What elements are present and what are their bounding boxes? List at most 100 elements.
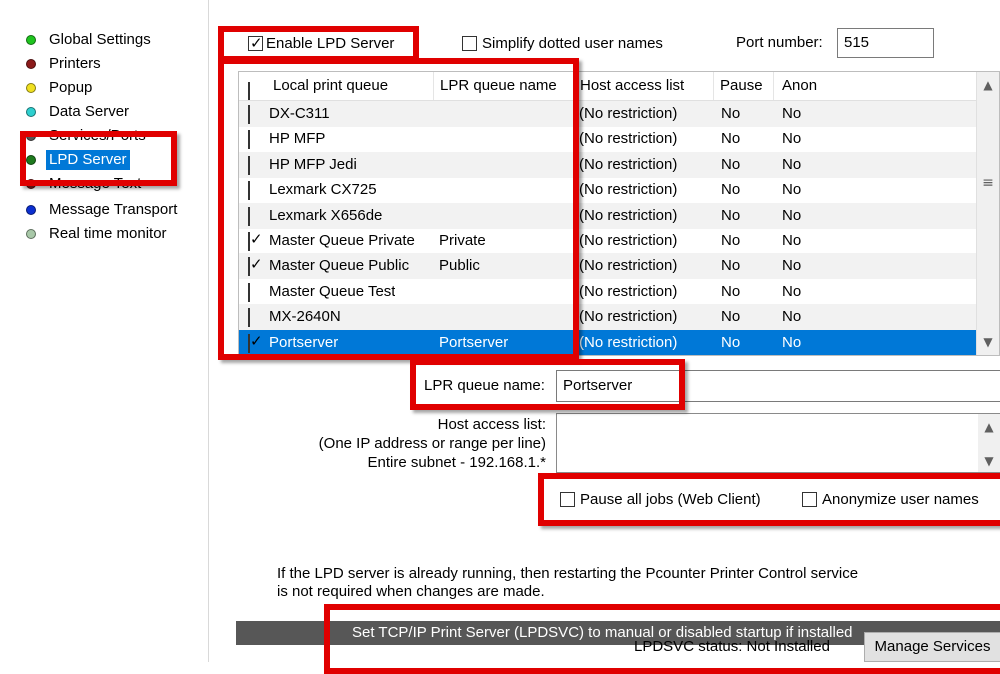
row-checkbox[interactable] bbox=[248, 155, 250, 175]
lpdsvc-status: LPDSVC status: Not Installed bbox=[634, 638, 830, 655]
cell-host: (No restriction) bbox=[579, 333, 678, 351]
nav-item-real-time-monitor[interactable]: Real time monitor bbox=[26, 222, 167, 246]
cell-anon: No bbox=[782, 130, 802, 148]
nav-item-services-ports[interactable]: Services/Ports bbox=[26, 124, 146, 148]
cell-anon: No bbox=[782, 206, 802, 224]
select-all-checkbox[interactable] bbox=[248, 82, 250, 100]
host-access-input[interactable]: ▲ ▼ bbox=[556, 413, 1000, 473]
nav-item-popup[interactable]: Popup bbox=[26, 76, 92, 100]
table-row[interactable]: Master Queue Test (No restriction) No No bbox=[239, 279, 977, 305]
row-checkbox[interactable] bbox=[248, 181, 250, 201]
table-row[interactable]: Lexmark CX725 (No restriction) No No bbox=[239, 177, 977, 203]
nav-item-data-server[interactable]: Data Server bbox=[26, 100, 129, 124]
anonymize-checkbox[interactable]: Anonymize user names bbox=[802, 490, 979, 508]
pause-all-checkbox[interactable]: Pause all jobs (Web Client) bbox=[560, 490, 761, 508]
table-row[interactable]: Portserver Portserver (No restriction) No No bbox=[239, 329, 977, 355]
lpr-name-label: LPR queue name: bbox=[424, 377, 545, 394]
cell-pause: No bbox=[721, 105, 741, 122]
cell-pause: No bbox=[721, 333, 741, 351]
host-scroll-down-icon[interactable]: ▼ bbox=[978, 450, 1000, 472]
status-dot-icon bbox=[26, 229, 36, 239]
table-row[interactable]: MX-2640N (No restriction) No No bbox=[239, 304, 977, 331]
row-checkbox[interactable] bbox=[248, 206, 250, 226]
row-checkbox[interactable] bbox=[248, 257, 250, 277]
pause-all-checkbox-box[interactable] bbox=[560, 491, 575, 507]
nav-item-label: Message Text bbox=[49, 175, 142, 192]
cell-pause: No bbox=[721, 130, 741, 148]
cell-local: Lexmark X656de bbox=[269, 206, 383, 224]
cell-lpr: Portserver bbox=[439, 333, 509, 351]
cell-host: (No restriction) bbox=[579, 105, 678, 122]
cell-pause: No bbox=[721, 308, 741, 326]
cell-local: MX-2640N bbox=[269, 308, 341, 326]
row-checkbox[interactable] bbox=[248, 308, 250, 328]
cell-local: Master Queue Private bbox=[269, 232, 415, 249]
status-dot-icon bbox=[26, 205, 36, 215]
cell-anon: No bbox=[782, 155, 802, 173]
cell-anon: No bbox=[782, 333, 802, 351]
table-row[interactable]: Master Queue Public Public (No restriction… bbox=[239, 253, 977, 280]
cell-host: (No restriction) bbox=[579, 257, 678, 275]
enable-lpd-checkbox[interactable]: Enable LPD Server bbox=[248, 34, 394, 52]
nav-item-label: LPD Server bbox=[46, 150, 130, 170]
cell-local: HP MFP bbox=[269, 130, 326, 148]
port-number-input[interactable]: 515 bbox=[837, 28, 934, 58]
cell-local: DX-C311 bbox=[269, 105, 330, 122]
header-host-access[interactable]: Host access list bbox=[574, 72, 714, 100]
status-dot-icon bbox=[26, 83, 36, 93]
anonymize-checkbox-box[interactable] bbox=[802, 491, 817, 507]
nav-item-printers[interactable]: Printers bbox=[26, 52, 101, 76]
table-scrollbar[interactable]: ▲ ≡ ▼ bbox=[976, 72, 999, 355]
cell-local: Lexmark CX725 bbox=[269, 181, 377, 199]
nav-item-label: Printers bbox=[49, 55, 101, 72]
nav-item-label: Popup bbox=[49, 79, 93, 96]
enable-lpd-checkbox-box[interactable] bbox=[248, 34, 263, 52]
scroll-grip-icon[interactable]: ≡ bbox=[977, 172, 999, 194]
status-dot-icon bbox=[26, 59, 36, 69]
header-local-queue[interactable]: Local print queue bbox=[239, 72, 434, 100]
lpr-name-input[interactable]: Portserver bbox=[556, 370, 1000, 402]
nav-item-global-settings[interactable]: Global Settings bbox=[26, 28, 151, 52]
simplify-names-checkbox-box[interactable] bbox=[462, 35, 477, 51]
host-scroll-up-icon[interactable]: ▲ bbox=[978, 416, 1000, 438]
cell-local: HP MFP Jedi bbox=[269, 155, 357, 173]
manage-services-button[interactable]: Manage Services bbox=[864, 632, 1000, 662]
cell-anon: No bbox=[782, 257, 802, 275]
table-row[interactable]: Lexmark X656de (No restriction) No No bbox=[239, 202, 977, 229]
table-row[interactable]: Master Queue Private Private (No restricti… bbox=[239, 228, 977, 254]
row-checkbox[interactable] bbox=[248, 333, 250, 353]
cell-lpr: Private bbox=[439, 232, 486, 249]
row-checkbox[interactable] bbox=[248, 232, 250, 251]
cell-lpr: Public bbox=[439, 257, 480, 275]
row-checkbox[interactable] bbox=[248, 282, 250, 302]
nav-item-label: Real time monitor bbox=[49, 225, 167, 242]
status-dot-icon bbox=[26, 179, 36, 189]
row-checkbox[interactable] bbox=[248, 130, 250, 150]
cell-host: (No restriction) bbox=[579, 155, 678, 173]
nav-item-message-transport[interactable]: Message Transport bbox=[26, 198, 177, 222]
scroll-down-icon[interactable]: ▼ bbox=[977, 331, 999, 353]
table-row[interactable]: HP MFP Jedi (No restriction) No No bbox=[239, 151, 977, 178]
enable-lpd-label: Enable LPD Server bbox=[266, 34, 395, 52]
cell-pause: No bbox=[721, 181, 741, 199]
simplify-names-label: Simplify dotted user names bbox=[482, 34, 663, 52]
row-checkbox[interactable] bbox=[248, 105, 250, 124]
restart-info-line1: If the LPD server is already running, th… bbox=[277, 565, 859, 582]
scroll-up-icon[interactable]: ▲ bbox=[977, 74, 999, 96]
simplify-names-checkbox[interactable]: Simplify dotted user names bbox=[462, 34, 663, 52]
nav-item-label: Message Transport bbox=[49, 201, 178, 218]
nav-item-message-text[interactable]: Message Text bbox=[26, 172, 141, 196]
header-anon[interactable]: Anon bbox=[774, 72, 977, 100]
cell-host: (No restriction) bbox=[579, 232, 678, 249]
cell-pause: No bbox=[721, 257, 741, 275]
host-access-scrollbar[interactable]: ▲ ▼ bbox=[978, 414, 1000, 472]
header-pause[interactable]: Pause bbox=[714, 72, 774, 100]
nav-item-lpd-server[interactable]: LPD Server bbox=[26, 148, 130, 172]
table-row[interactable]: DX-C311 (No restriction) No No bbox=[239, 101, 977, 127]
table-row[interactable]: HP MFP (No restriction) No No bbox=[239, 126, 977, 152]
cell-host: (No restriction) bbox=[579, 282, 678, 300]
queue-table: Local print queue LPR queue name Host ac… bbox=[238, 71, 1000, 356]
header-lpr-name[interactable]: LPR queue name bbox=[434, 72, 574, 100]
cell-local: Portserver bbox=[269, 333, 339, 351]
cell-host: (No restriction) bbox=[579, 181, 678, 199]
